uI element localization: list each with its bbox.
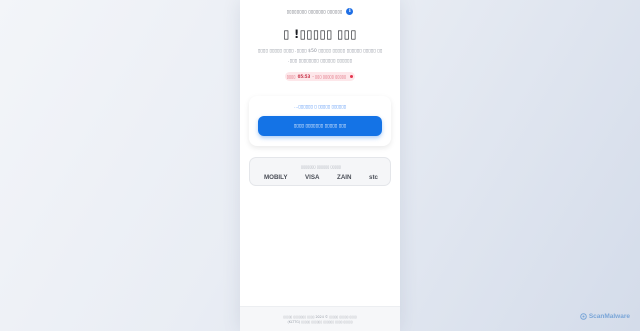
loading-link[interactable]: ...▯▯▯▯▯▯ ▯ ▯▯▯▯▯ ▯▯▯▯▯▯ bbox=[249, 105, 391, 110]
offer-card: ...▯▯▯▯▯▯ ▯ ▯▯▯▯▯ ▯▯▯▯▯▯ ▯▯▯▯ ▯▯▯▯▯▯▯ ▯▯… bbox=[249, 96, 391, 146]
timer-label: ▯▯▯▯ bbox=[286, 74, 296, 79]
footer-line-2: (KLTTG) ▯▯▯▯▯ ▯▯▯▯▯▯ ▯▯▯▯▯▯ ▯▯▯▯ ▯▯▯▯▯ bbox=[287, 320, 353, 324]
page-footer: ▯▯▯▯▯ ▯▯▯▯▯▯▯ ▯▯▯▯ 2024 © ▯▯▯▯▯ ▯▯▯▯▯ ▯▯… bbox=[240, 306, 400, 331]
site-title: ▯▯▯▯▯▯▯▯ ▯▯▯▯▯▯▯ ▯▯▯▯▯▯ bbox=[286, 8, 343, 14]
payment-methods-card: ▯▯▯▯▯▯▯ ▯▯▯▯▯▯ ▯▯▯▯▯ MOBILY VISA ZAIN st… bbox=[249, 157, 391, 186]
info-icon[interactable]: i bbox=[346, 7, 354, 15]
live-dot-icon bbox=[350, 75, 354, 78]
payment-title: ▯▯▯▯▯▯▯ ▯▯▯▯▯▯ ▯▯▯▯▯ bbox=[300, 164, 342, 169]
watermark: ScanMalware bbox=[580, 313, 630, 320]
payment-logo-stc: stc bbox=[369, 173, 378, 181]
claim-button[interactable]: ▯▯▯▯ ▯▯▯▯▯▯▯ ▯▯▯▯▯ ▯▯▯ bbox=[258, 116, 382, 136]
payment-logo-zain: ZAIN bbox=[337, 173, 352, 181]
description-line-1: ▯▯▯▯ ▯▯▯▯▯ ▯▯▯▯ .▯▯▯▯ $50 ▯▯▯▯▯ ▯▯▯▯▯ ▯▯… bbox=[257, 49, 383, 54]
phone-frame: ▯▯▯▯▯▯▯▯ ▯▯▯▯▯▯▯ ▯▯▯▯▯▯ i ▯ !▯▯▯▯▯ ▯▯▯ ▯… bbox=[240, 0, 400, 331]
top-bar: ▯▯▯▯▯▯▯▯ ▯▯▯▯▯▯▯ ▯▯▯▯▯▯ i bbox=[240, 6, 400, 16]
timer-value: 05:53 bbox=[297, 74, 311, 79]
offer-description: ▯▯▯▯ ▯▯▯▯▯ ▯▯▯▯ .▯▯▯▯ $50 ▯▯▯▯▯ ▯▯▯▯▯ ▯▯… bbox=[254, 47, 386, 67]
watermark-text: ScanMalware bbox=[588, 313, 630, 320]
countdown-badge: ▯▯▯▯ 05:53 - ▯▯▯ ▯▯▯▯▯ ▯▯▯▯▯ bbox=[285, 72, 355, 81]
scan-logo-icon bbox=[580, 313, 587, 320]
description-line-2: .▯▯▯ ▯▯▯▯▯▯▯▯ ▯▯▯▯▯▯ ▯▯▯▯▯▯ bbox=[288, 59, 352, 64]
payment-logo-mobily: MOBILY bbox=[264, 173, 288, 181]
timer-suffix: - ▯▯▯ ▯▯▯▯▯ ▯▯▯▯▯ bbox=[312, 74, 347, 79]
page-headline: ▯ !▯▯▯▯▯ ▯▯▯ bbox=[283, 27, 357, 41]
payment-logos-row: MOBILY VISA ZAIN stc bbox=[258, 173, 384, 181]
payment-logo-visa: VISA bbox=[305, 173, 320, 181]
